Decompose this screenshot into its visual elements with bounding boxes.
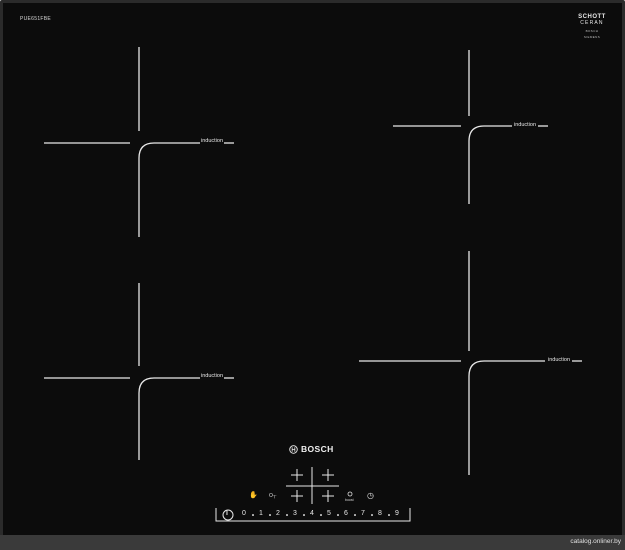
bosch-logo: BOSCH [289,443,334,455]
slider-dot [286,514,288,516]
slider-level-9[interactable]: 9 [392,510,402,517]
boost-icon[interactable] [346,490,354,498]
zone-front-right-marking [359,251,582,475]
slider-dot [269,514,271,516]
child-lock-icon[interactable]: ✋ [249,491,258,499]
slider-level-5[interactable]: 5 [324,510,334,517]
zone-markings [44,47,582,522]
slider-level-1[interactable]: 1 [256,510,266,517]
zone-control-crosses [286,467,339,504]
slider-dot [371,514,373,516]
zone-front-left-marking [44,283,234,460]
slider-dot [354,514,356,516]
zone-front-left-label: induction [201,373,224,379]
zone-rear-right-label: induction [514,122,537,128]
slider-dot [388,514,390,516]
slider-level-4[interactable]: 4 [307,510,317,517]
slider-level-7[interactable]: 7 [358,510,368,517]
power-switch-icon[interactable]: I [226,510,228,517]
bosch-brand-text: BOSCH [301,444,334,454]
slider-level-2[interactable]: 2 [273,510,283,517]
slider-level-0[interactable]: 0 [239,510,249,517]
boost-label: boost [345,498,354,502]
key-lock-icon[interactable]: O┬ [269,493,276,499]
slider-level-3[interactable]: 3 [290,510,300,517]
slider-dot [337,514,339,516]
slider-level-6[interactable]: 6 [341,510,351,517]
bosch-armature-icon [289,444,298,454]
slider-dot [320,514,322,516]
timer-icon[interactable]: ◷ [367,491,374,500]
zone-rear-left-label: induction [201,138,224,144]
slider-level-8[interactable]: 8 [375,510,385,517]
zone-front-right-label: induction [548,357,571,363]
watermark-text: catalog.onliner.by [570,538,621,545]
slider-dot [252,514,254,516]
slider-dot [303,514,305,516]
